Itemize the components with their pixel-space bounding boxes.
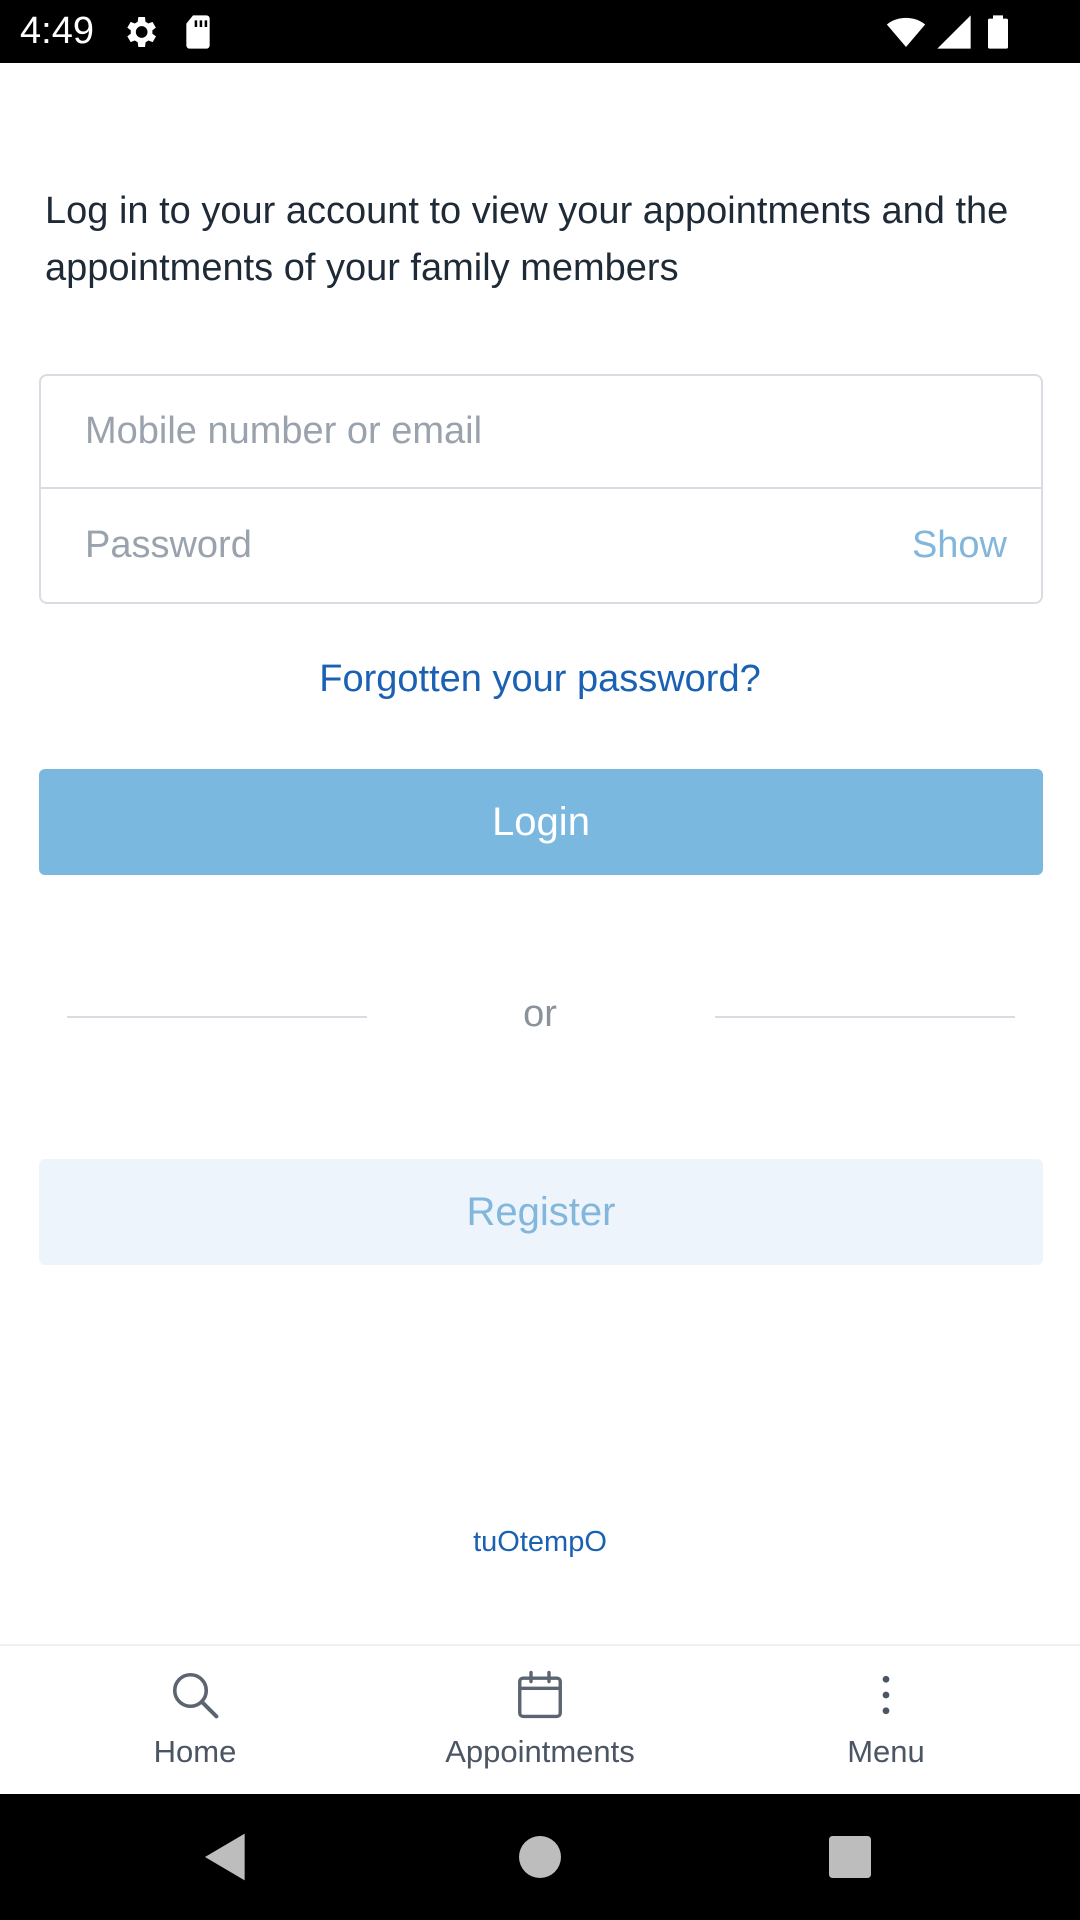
system-nav-bar xyxy=(0,1794,1080,1920)
register-button[interactable]: Register xyxy=(39,1159,1043,1265)
status-bar: 4:49 xyxy=(0,0,1080,63)
back-icon[interactable] xyxy=(198,1829,254,1885)
gear-icon xyxy=(127,17,156,47)
forgot-password-label[interactable]: Forgotten your password? xyxy=(319,658,760,700)
nav-item-home[interactable]: Home xyxy=(45,1646,345,1796)
nav-label-home: Home xyxy=(153,1734,237,1769)
signal-icon xyxy=(937,15,971,49)
email-field[interactable]: Mobile number or email xyxy=(41,376,1041,489)
bottom-nav: Home Appointments Menu xyxy=(0,1644,1080,1794)
email-placeholder: Mobile number or email xyxy=(85,410,483,452)
show-password-button[interactable]: Show xyxy=(912,489,1007,602)
nav-label-menu: Menu xyxy=(847,1734,925,1769)
home-circle-icon[interactable] xyxy=(512,1829,568,1885)
forgot-password-link[interactable]: Forgotten your password? xyxy=(0,658,1080,701)
divider-right xyxy=(715,1016,1015,1018)
password-field[interactable]: Password Show xyxy=(41,489,1041,602)
battery-icon xyxy=(988,15,1008,49)
login-form: Mobile number or email Password Show xyxy=(39,374,1043,604)
or-separator: or xyxy=(523,993,557,1035)
login-button[interactable]: Login xyxy=(39,769,1043,875)
brand-link[interactable]: tuOtempO xyxy=(0,1526,1080,1559)
nav-label-appointments: Appointments xyxy=(445,1734,635,1769)
brand-label[interactable]: tuOtempO xyxy=(473,1526,607,1558)
intro-text: Log in to your account to view your appo… xyxy=(45,190,1009,289)
calendar-icon xyxy=(518,1670,562,1719)
search-icon xyxy=(172,1672,219,1719)
login-screen: Log in to your account to view your appo… xyxy=(0,63,1080,1644)
wifi-icon xyxy=(886,17,926,47)
sd-card-icon xyxy=(186,15,210,49)
more-vertical-icon xyxy=(882,1675,890,1715)
recents-icon[interactable] xyxy=(822,1829,878,1885)
password-placeholder: Password xyxy=(85,524,252,566)
nav-item-menu[interactable]: Menu xyxy=(736,1646,1036,1796)
status-time: 4:49 xyxy=(20,10,94,52)
nav-item-appointments[interactable]: Appointments xyxy=(390,1646,690,1796)
